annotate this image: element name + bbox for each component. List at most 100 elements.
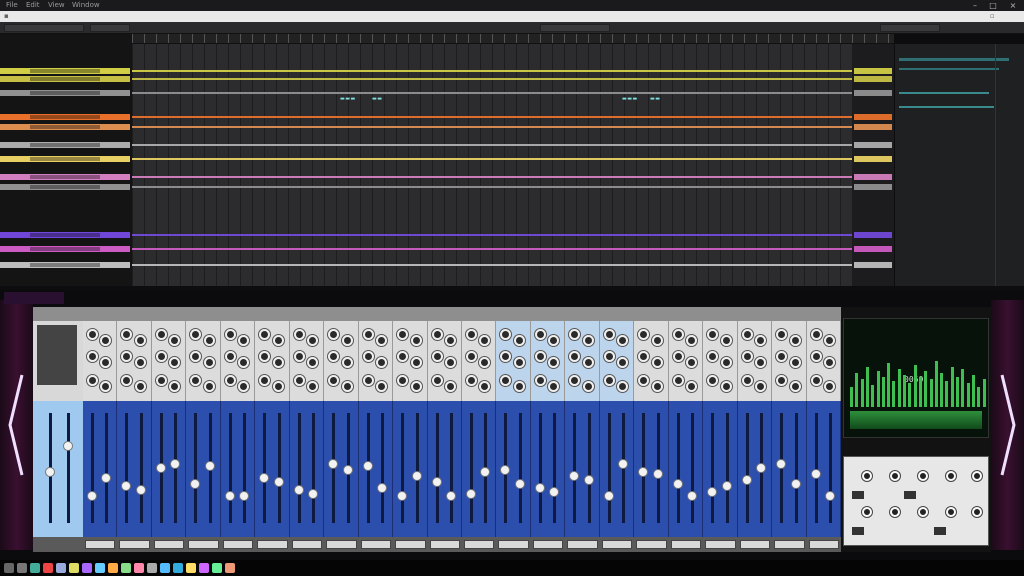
fader-track[interactable]: [794, 413, 798, 523]
channel-name-label[interactable]: [119, 540, 150, 549]
view-toggles[interactable]: [880, 24, 940, 32]
fader-cap[interactable]: [741, 475, 752, 485]
fader-track[interactable]: [828, 413, 832, 523]
track-name-field[interactable]: [30, 91, 100, 95]
channel-name-label[interactable]: [739, 540, 771, 549]
eq-knob[interactable]: [203, 357, 215, 368]
track-name-field[interactable]: [30, 77, 100, 81]
plugin-button[interactable]: [904, 491, 916, 499]
fader-track[interactable]: [814, 413, 818, 523]
eq-knob[interactable]: [823, 335, 835, 346]
eq-knob[interactable]: [513, 381, 525, 392]
eq-knob[interactable]: [87, 375, 98, 386]
fader-cap[interactable]: [431, 477, 442, 487]
eq-knob[interactable]: [603, 329, 615, 340]
fader-track[interactable]: [415, 413, 419, 523]
close-icon[interactable]: ×: [1006, 0, 1020, 11]
track-name-field[interactable]: [30, 175, 100, 179]
store-icon[interactable]: [160, 563, 170, 573]
fader-cap[interactable]: [155, 463, 166, 473]
eq-knob[interactable]: [500, 351, 512, 362]
start-icon[interactable]: [4, 563, 14, 573]
eq-knob[interactable]: [87, 329, 98, 340]
mixer-tabs[interactable]: [4, 292, 64, 304]
fader-cap[interactable]: [308, 489, 319, 499]
eq-knob[interactable]: [617, 381, 629, 392]
eq-knob[interactable]: [238, 357, 250, 368]
fader-cap[interactable]: [445, 491, 456, 501]
eq-knob[interactable]: [603, 351, 615, 362]
fader-track[interactable]: [725, 413, 729, 523]
eq-knob[interactable]: [513, 357, 525, 368]
fader-cap[interactable]: [756, 463, 767, 473]
track-name-field[interactable]: [30, 157, 100, 161]
chevron-left-icon[interactable]: [7, 370, 25, 480]
track-name-field[interactable]: [30, 115, 100, 119]
channel-name-label[interactable]: [808, 540, 839, 549]
channel-name-label[interactable]: [395, 540, 426, 549]
track-mini-header[interactable]: [854, 184, 892, 190]
fader-cap[interactable]: [397, 491, 408, 501]
channel-name-label[interactable]: [774, 540, 805, 549]
eq-knob[interactable]: [376, 335, 388, 346]
settings-icon[interactable]: [95, 563, 105, 573]
eq-knob[interactable]: [121, 351, 133, 362]
eq-knob[interactable]: [720, 357, 732, 368]
plugin-button[interactable]: [934, 527, 946, 535]
eq-knob[interactable]: [190, 329, 202, 340]
fader-cap[interactable]: [534, 483, 545, 493]
fader-cap[interactable]: [204, 461, 215, 471]
channel-name-label[interactable]: [429, 540, 460, 549]
track-name-field[interactable]: [30, 263, 100, 267]
eq-knob[interactable]: [548, 335, 560, 346]
eq-knob[interactable]: [203, 381, 215, 392]
fader-track[interactable]: [243, 413, 247, 523]
eq-knob[interactable]: [190, 375, 202, 386]
eq-knob[interactable]: [479, 335, 491, 346]
eq-knob[interactable]: [397, 329, 409, 340]
eq-knob[interactable]: [638, 375, 650, 386]
fader-cap[interactable]: [569, 471, 580, 481]
master-fader-track[interactable]: [67, 413, 70, 523]
eq-knob[interactable]: [100, 381, 112, 392]
timeline-ruler[interactable]: [132, 34, 894, 44]
eq-knob[interactable]: [582, 357, 594, 368]
eq-knob[interactable]: [548, 357, 560, 368]
channel-name-label[interactable]: [601, 540, 633, 549]
eq-knob[interactable]: [776, 375, 788, 386]
midi-clip[interactable]: ▬▬: [650, 96, 660, 102]
eq-knob[interactable]: [259, 329, 271, 340]
eq-knob[interactable]: [466, 351, 477, 362]
browser-item[interactable]: [899, 58, 1009, 61]
eq-knob[interactable]: [341, 381, 353, 392]
menu-view[interactable]: View: [44, 0, 69, 11]
midi-clip[interactable]: ▬▬▬: [340, 96, 356, 102]
mail-icon[interactable]: [69, 563, 79, 573]
notes-icon[interactable]: [225, 563, 235, 573]
eq-knob[interactable]: [100, 357, 112, 368]
fader-cap[interactable]: [87, 491, 97, 501]
fader-track[interactable]: [105, 413, 109, 523]
track-name-field[interactable]: [30, 247, 100, 251]
files-icon[interactable]: [30, 563, 40, 573]
game-icon[interactable]: [199, 563, 209, 573]
eq-knob[interactable]: [121, 375, 133, 386]
track-name-field[interactable]: [30, 143, 100, 147]
eq-knob[interactable]: [410, 335, 422, 346]
master-fader-cap[interactable]: [45, 467, 55, 477]
eq-knob[interactable]: [272, 381, 284, 392]
fader-track[interactable]: [312, 413, 316, 523]
fader-cap[interactable]: [239, 491, 250, 501]
eq-knob[interactable]: [272, 357, 284, 368]
eq-knob[interactable]: [686, 357, 698, 368]
search-icon[interactable]: [17, 563, 27, 573]
tool-selector[interactable]: [540, 24, 610, 32]
channel-name-label[interactable]: [257, 540, 288, 549]
eq-knob[interactable]: [707, 375, 719, 386]
fader-track[interactable]: [691, 413, 695, 523]
channel-name-label[interactable]: [705, 540, 736, 549]
browser-item[interactable]: [899, 92, 989, 94]
fader-cap[interactable]: [707, 487, 718, 497]
fader-cap[interactable]: [672, 479, 683, 489]
fader-cap[interactable]: [328, 459, 339, 469]
